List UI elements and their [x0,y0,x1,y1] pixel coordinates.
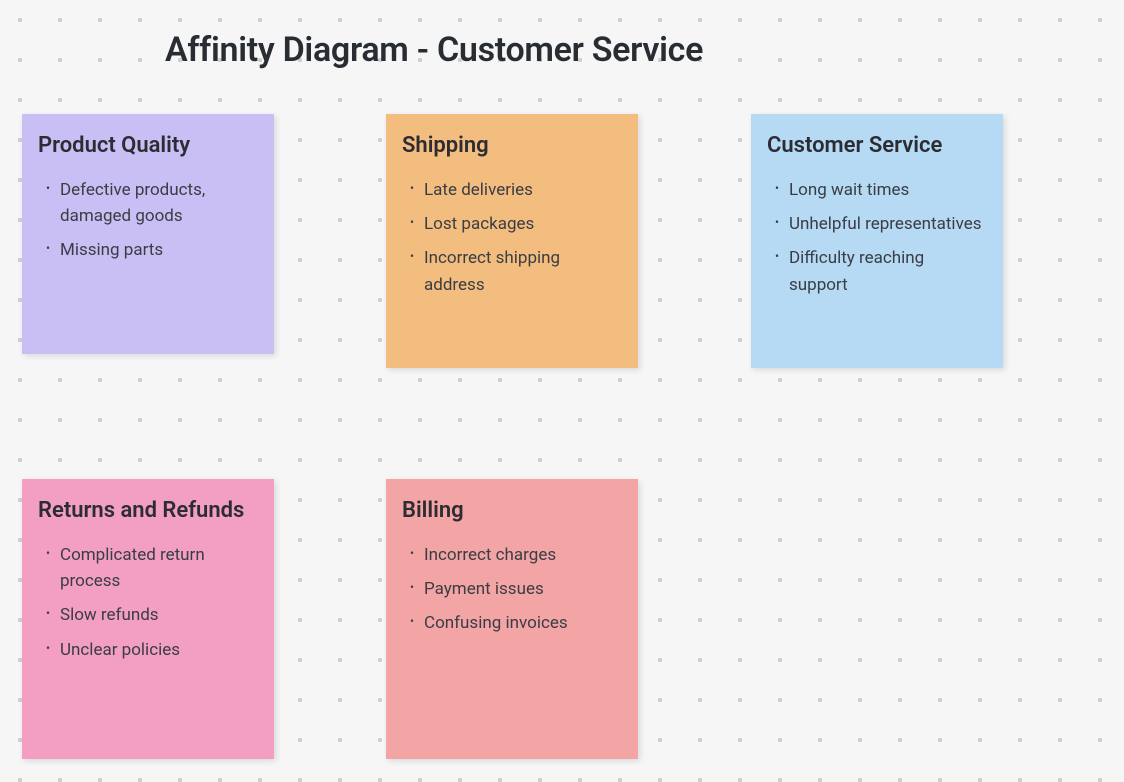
card-billing[interactable]: Billing Incorrect charges Payment issues… [386,479,638,759]
card-product-quality[interactable]: Product Quality Defective products, dama… [22,114,274,354]
card-title: Billing [402,497,622,526]
card-title: Product Quality [38,132,258,161]
card-items: Long wait times Unhelpful representative… [767,177,987,298]
card-item: Unhelpful representatives [789,211,987,237]
card-item: Payment issues [424,576,622,602]
card-item: Slow refunds [60,602,258,628]
card-shipping[interactable]: Shipping Late deliveries Lost packages I… [386,114,638,368]
card-item: Complicated return process [60,542,258,595]
card-items: Defective products, damaged goods Missin… [38,177,258,264]
card-item: Defective products, damaged goods [60,177,258,230]
card-item: Unclear policies [60,637,258,663]
card-items: Complicated return process Slow refunds … [38,542,258,663]
card-title: Customer Service [767,132,987,161]
card-item: Difficulty reaching support [789,245,987,298]
card-item: Incorrect shipping address [424,245,622,298]
card-title: Shipping [402,132,622,161]
card-item: Confusing invoices [424,610,622,636]
card-customer-service[interactable]: Customer Service Long wait times Unhelpf… [751,114,1003,368]
card-items: Incorrect charges Payment issues Confusi… [402,542,622,637]
card-returns-refunds[interactable]: Returns and Refunds Complicated return p… [22,479,274,759]
affinity-canvas[interactable]: Affinity Diagram - Customer Service Prod… [0,0,1124,782]
diagram-title: Affinity Diagram - Customer Service [165,30,703,70]
card-item: Long wait times [789,177,987,203]
card-item: Incorrect charges [424,542,622,568]
card-item: Lost packages [424,211,622,237]
card-title: Returns and Refunds [38,497,258,526]
card-item: Late deliveries [424,177,622,203]
card-item: Missing parts [60,237,258,263]
card-items: Late deliveries Lost packages Incorrect … [402,177,622,298]
